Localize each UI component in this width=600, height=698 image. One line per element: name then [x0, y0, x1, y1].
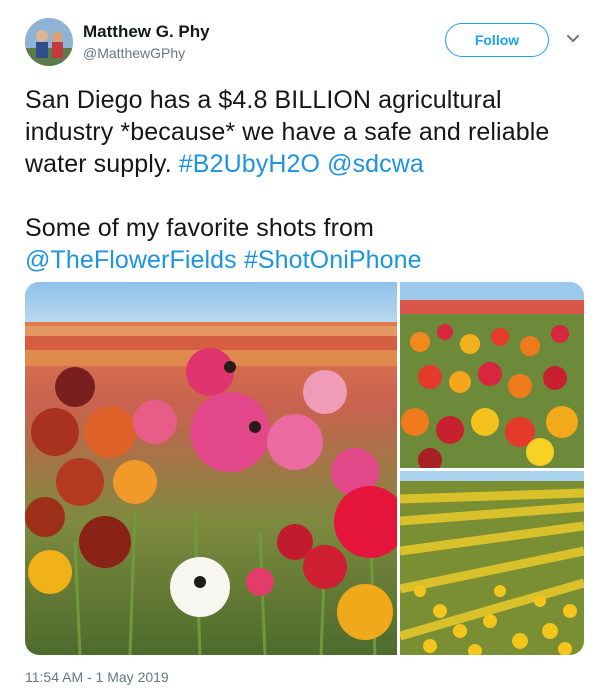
- tweet-text: San Diego has a $4.8 BILLION agricultura…: [25, 84, 585, 276]
- author-handle[interactable]: @MatthewGPhy: [83, 45, 185, 61]
- tweet-timestamp[interactable]: 11:54 AM - 1 May 2019: [25, 669, 169, 685]
- photo-3[interactable]: [398, 471, 584, 655]
- photo-2[interactable]: [400, 282, 584, 472]
- avatar[interactable]: [25, 18, 73, 66]
- media-grid: [25, 282, 584, 655]
- mention-sdcwa[interactable]: @sdcwa: [327, 150, 424, 178]
- hashtag-shotoniphone[interactable]: #ShotOniPhone: [244, 246, 422, 274]
- mention-theflowerfields[interactable]: @TheFlowerFields: [25, 246, 237, 274]
- photo-1[interactable]: [25, 282, 406, 655]
- tweet-text-2: Some of my favorite shots from: [25, 214, 374, 242]
- follow-button[interactable]: Follow: [445, 23, 549, 57]
- hashtag-b2ubyh2o[interactable]: #B2UbyH2O: [179, 150, 320, 178]
- tweet-paragraph-1: San Diego has a $4.8 BILLION agricultura…: [25, 84, 585, 180]
- tweet-paragraph-2: Some of my favorite shots from @TheFlower…: [25, 212, 585, 276]
- author-name[interactable]: Matthew G. Phy: [83, 22, 210, 42]
- chevron-down-icon[interactable]: [566, 34, 580, 44]
